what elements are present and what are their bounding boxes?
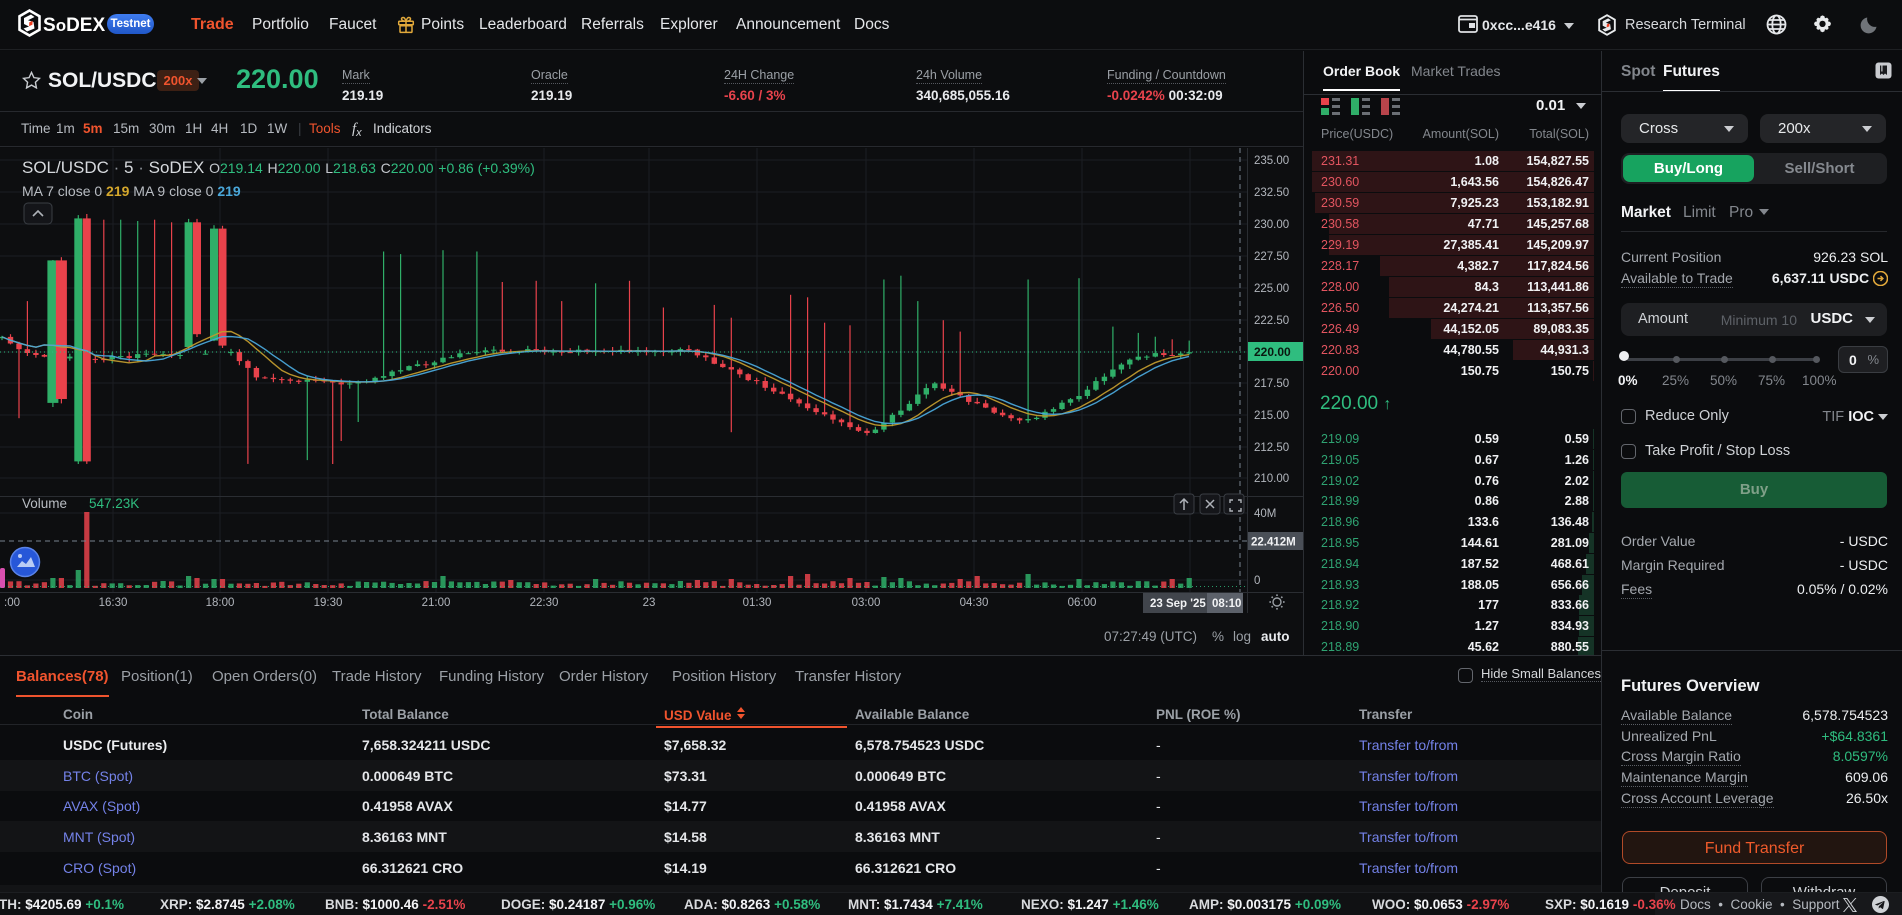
svg-text:MA 7 close 0 219 MA 9 close: MA 7 close 0 219 MA 9 close 0 219 (22, 183, 241, 199)
svg-text:07:27:49 (UTC): 07:27:49 (UTC) (1104, 629, 1197, 644)
svg-text:210.00: 210.00 (1254, 473, 1289, 485)
svg-text:232.50: 232.50 (1254, 187, 1289, 199)
svg-text:0: 0 (1254, 575, 1260, 587)
svg-text:01:30: 01:30 (743, 597, 772, 609)
svg-text::00: :00 (4, 597, 20, 609)
svg-text:08:10: 08:10 (1212, 598, 1241, 610)
svg-text:227.50: 227.50 (1254, 251, 1289, 263)
svg-text:06:00: 06:00 (1068, 597, 1097, 609)
svg-text:18:00: 18:00 (206, 597, 235, 609)
svg-text:auto: auto (1261, 629, 1290, 644)
svg-text:%: % (1212, 629, 1224, 644)
svg-text:235.00: 235.00 (1254, 155, 1289, 167)
svg-text:SOL/USDC · 5 · SoDEX O219.14: SOL/USDC · 5 · SoDEX O219.14 H220.00 L21… (22, 158, 535, 177)
svg-text:22.412M: 22.412M (1251, 537, 1296, 549)
svg-text:03:00: 03:00 (852, 597, 881, 609)
svg-text:21:00: 21:00 (422, 597, 451, 609)
svg-text:230.00: 230.00 (1254, 219, 1289, 231)
svg-text:225.00: 225.00 (1254, 283, 1289, 295)
svg-text:222.50: 222.50 (1254, 315, 1289, 327)
svg-text:Volume: Volume (22, 496, 67, 511)
svg-text:215.00: 215.00 (1254, 410, 1289, 422)
svg-text:19:30: 19:30 (314, 597, 343, 609)
svg-text:40M: 40M (1254, 508, 1276, 520)
svg-text:212.50: 212.50 (1254, 442, 1289, 454)
svg-text:23 Sep '25: 23 Sep '25 (1150, 598, 1206, 610)
svg-text:04:30: 04:30 (960, 597, 989, 609)
svg-text:log: log (1233, 629, 1251, 644)
svg-text:217.50: 217.50 (1254, 378, 1289, 390)
svg-text:220.00: 220.00 (1254, 345, 1291, 359)
svg-text:22:30: 22:30 (530, 597, 559, 609)
svg-text:16:30: 16:30 (99, 597, 128, 609)
svg-text:547.23K: 547.23K (89, 496, 139, 511)
svg-text:23: 23 (643, 597, 656, 609)
